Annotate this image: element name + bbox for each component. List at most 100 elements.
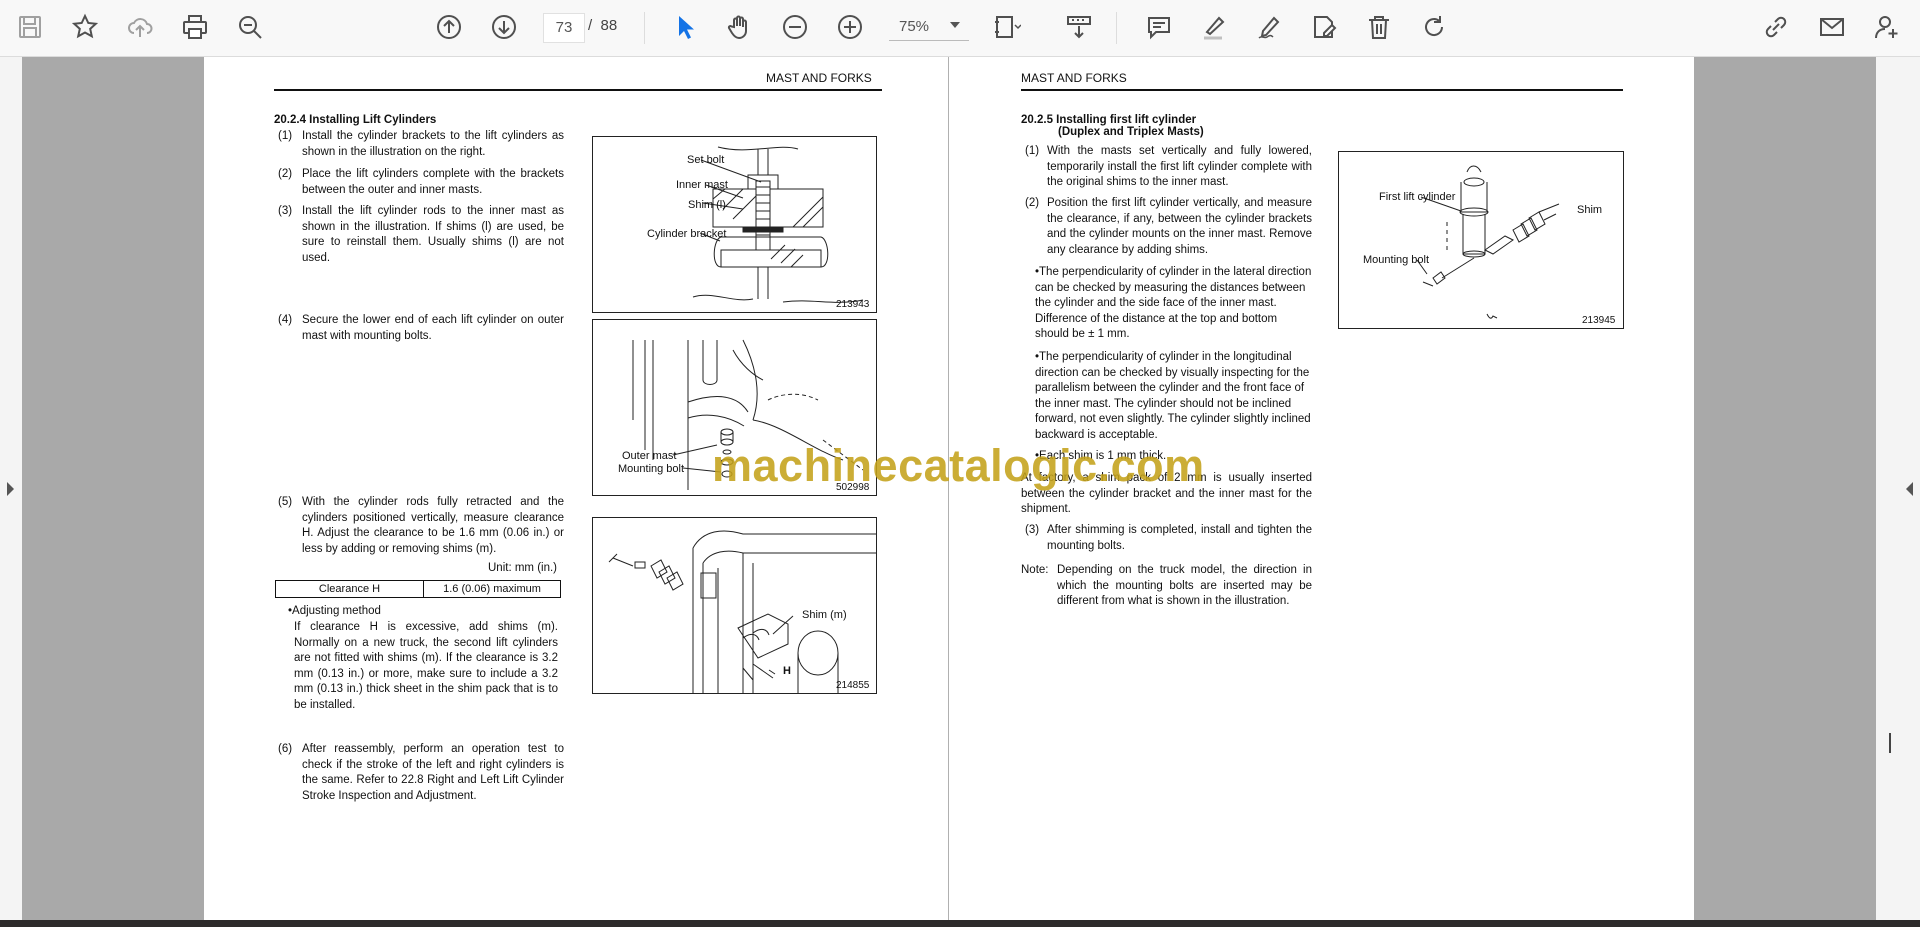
comment-icon[interactable] — [1142, 10, 1176, 44]
step-1: (1) Install the cylinder brackets to the… — [278, 129, 564, 160]
figure-label: First lift cylinder — [1379, 191, 1456, 203]
watermark-text: machinecatalogic.com — [712, 440, 1205, 491]
step-text: Secure the lower end of each lift cylind… — [302, 314, 564, 342]
page-number-input[interactable]: 73 — [543, 13, 585, 43]
page-separator: / — [588, 17, 593, 34]
step-text: Install the lift cylinder rods to the in… — [302, 205, 564, 264]
toolbar-divider — [644, 12, 645, 44]
step-text: After reassembly, perform an operation t… — [302, 743, 564, 802]
step-text: Install the cylinder brackets to the lif… — [302, 130, 564, 158]
note-label: Note: — [1021, 564, 1049, 576]
page-count: / 88 — [588, 17, 617, 34]
zoom-search-icon[interactable] — [233, 10, 267, 44]
step-number: (1) — [1025, 145, 1040, 157]
scrollbar-thumb[interactable] — [1889, 733, 1891, 753]
figure-label: Set bolt — [687, 154, 725, 166]
figure-number: 213945 — [1582, 315, 1616, 326]
figure-set-bolt: Set bolt Inner mast Shim (l) Cylinder br… — [592, 136, 877, 313]
table-cell-value: 1.6 (0.06) maximum — [423, 580, 561, 598]
zoom-out-icon[interactable] — [778, 10, 812, 44]
step-4: (4) Secure the lower end of each lift cy… — [278, 313, 564, 344]
cloud-upload-icon[interactable] — [123, 10, 157, 44]
step-3: (3) Install the lift cylinder rods to th… — [278, 204, 564, 266]
step-1: (1) With the masts set vertically and fu… — [1025, 144, 1312, 191]
bullet-lateral: •The perpendicularity of cylinder in the… — [1035, 266, 1312, 341]
figure-label: H — [783, 665, 791, 677]
select-cursor-icon[interactable] — [668, 10, 702, 44]
total-pages: 88 — [600, 17, 618, 34]
section-subtitle: (Duplex and Triplex Masts) — [1058, 126, 1204, 138]
save-icon[interactable] — [13, 10, 47, 44]
note: Note: Depending on the truck model, the … — [1021, 563, 1312, 610]
figure-label: Outer mast — [622, 450, 677, 462]
page-header: MAST AND FORKS — [766, 71, 872, 85]
scroll-mode-icon[interactable] — [1062, 10, 1096, 44]
highlight-icon[interactable] — [1197, 10, 1231, 44]
step-3: (3) After shimming is completed, install… — [1025, 523, 1312, 554]
step-number: (5) — [278, 496, 293, 508]
print-icon[interactable] — [178, 10, 212, 44]
step-2: (2) Position the first lift cylinder ver… — [1025, 196, 1312, 258]
bottom-bar — [0, 920, 1920, 927]
note-text: Depending on the truck model, the direct… — [1057, 564, 1312, 608]
adjusting-text-body: If clearance H is excessive, add shims (… — [294, 621, 558, 711]
section-title: 20.2.4 Installing Lift Cylinders — [274, 114, 437, 126]
sign-icon[interactable] — [1252, 10, 1286, 44]
table-cell-label: Clearance H — [275, 580, 424, 598]
figure-label: Inner mast — [676, 179, 728, 191]
unit-note: Unit: mm (in.) — [488, 562, 557, 574]
bullet-longitudinal: •The perpendicularity of cylinder in the… — [1035, 351, 1311, 441]
figure-shim-clearance: Shim (m) H 214855 — [592, 517, 877, 694]
zoom-dropdown-chevron-icon[interactable] — [950, 22, 960, 28]
table-row: Clearance H 1.6 (0.06) maximum — [275, 580, 561, 598]
step-5: (5) With the cylinder rods fully retract… — [278, 495, 564, 557]
rotate-icon[interactable] — [1417, 10, 1451, 44]
step-text: With the masts set vertically and fully … — [1047, 145, 1312, 189]
step-number: (3) — [1025, 524, 1040, 536]
figure-label: Shim — [1577, 204, 1603, 216]
top-toolbar: 73 / 88 75% — [0, 0, 1920, 57]
step-2: (2) Place the lift cylinders complete wi… — [278, 167, 564, 198]
figure-number: 213943 — [836, 299, 870, 310]
step-text: With the cylinder rods fully retracted a… — [302, 496, 564, 555]
toolbar-divider — [1116, 12, 1117, 44]
email-icon[interactable] — [1815, 10, 1849, 44]
expand-right-panel-icon[interactable] — [1906, 482, 1913, 496]
delete-icon[interactable] — [1362, 10, 1396, 44]
step-text: Position the first lift cylinder vertica… — [1047, 197, 1312, 256]
step-text: Place the lift cylinders complete with t… — [302, 168, 564, 196]
share-link-icon[interactable] — [1759, 10, 1793, 44]
left-panel-collapsed[interactable] — [0, 57, 22, 920]
stamp-icon[interactable] — [1307, 10, 1341, 44]
bookmark-star-icon[interactable] — [68, 10, 102, 44]
figure-label: Mounting bolt — [618, 463, 685, 475]
header-rule — [274, 89, 882, 91]
figure-label: Shim (m) — [802, 609, 847, 621]
step-number: (4) — [278, 314, 293, 326]
adjusting-title: •Adjusting method — [288, 605, 381, 617]
zoom-in-icon[interactable] — [833, 10, 867, 44]
figure-number: 214855 — [836, 680, 870, 691]
step-number: (3) — [278, 205, 293, 217]
step-number: (2) — [278, 168, 293, 180]
expand-left-panel-icon[interactable] — [7, 482, 14, 496]
step-text: After shimming is completed, install and… — [1047, 524, 1312, 552]
figure-first-lift-cylinder: First lift cylinder Shim Mounting bolt 2… — [1338, 151, 1624, 329]
add-user-icon[interactable] — [1870, 10, 1904, 44]
hand-tool-icon[interactable] — [723, 10, 757, 44]
step-number: (6) — [278, 743, 293, 755]
header-rule — [1021, 89, 1623, 91]
adjusting-text: If clearance H is excessive, add shims (… — [294, 620, 558, 714]
fit-page-icon[interactable] — [990, 10, 1024, 44]
page-up-icon[interactable] — [432, 10, 466, 44]
clearance-table: Clearance H 1.6 (0.06) maximum — [275, 580, 561, 598]
page-header: MAST AND FORKS — [1021, 71, 1127, 85]
figure-label: Mounting bolt — [1363, 254, 1430, 266]
step-number: (2) — [1025, 197, 1040, 209]
figure-label: Cylinder bracket — [647, 228, 727, 240]
step-6: (6) After reassembly, perform an operati… — [278, 742, 564, 804]
page-down-icon[interactable] — [487, 10, 521, 44]
right-panel-collapsed[interactable] — [1876, 57, 1920, 920]
step-number: (1) — [278, 130, 293, 142]
figure-label: Shim (l) — [688, 199, 726, 211]
